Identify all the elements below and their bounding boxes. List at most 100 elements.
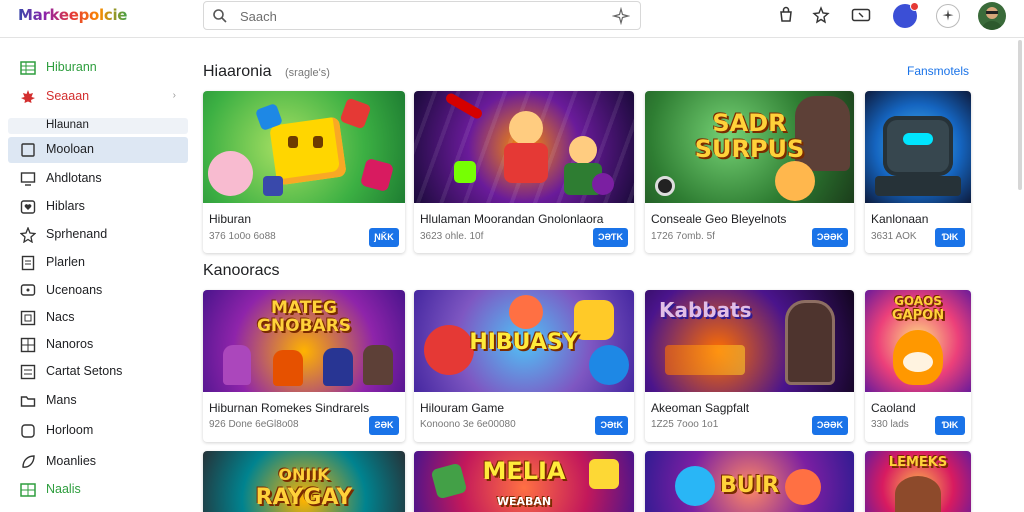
app-meta: 926 Done 6eGl8o08 (209, 419, 299, 430)
app-card[interactable]: Hiburan 376 1o0o 6o88 ƝǨK (203, 91, 405, 253)
app-card[interactable]: BUlR (645, 451, 854, 512)
user-avatar[interactable] (978, 2, 1006, 30)
section-title: Hiaaronia (203, 63, 272, 80)
app-card[interactable]: Hlulaman Moorandan Gnolonlaora 3623 ohle… (414, 91, 634, 253)
sparkle-icon[interactable] (612, 7, 630, 25)
thumbnail-title: SURPUS (694, 135, 805, 163)
sidebar-item-label: Sprhenand (46, 227, 108, 241)
sidebar-item-ahdlotans[interactable]: Ahdlotans (8, 166, 188, 192)
app-card[interactable]: GOAOS GAPON Caoland 330 lads ƊłK (865, 290, 971, 442)
sidebar-item-hiburann[interactable]: Hiburann (8, 55, 188, 81)
app-card[interactable]: SADR SURPUS Conseale Geo Bleyelnots 1726… (645, 91, 854, 253)
sidebar-item-sprhenand[interactable]: Sprhenand (8, 222, 188, 248)
grid-icon (20, 61, 36, 75)
sidebar-item-ucenoans[interactable]: Ucenoans (8, 278, 188, 304)
app-card[interactable]: Kanlonaan 3631 AOK ƊłK (865, 91, 971, 253)
see-more-link[interactable]: Fansmotels (907, 64, 969, 78)
app-card[interactable]: MATEG GNOBARS Hiburnan Romekes Sindrarel… (203, 290, 405, 442)
scrollbar[interactable] (1018, 40, 1022, 190)
get-button[interactable]: ƆƏtK (595, 416, 628, 435)
sidebar-item-plarlen[interactable]: Plarlen (8, 250, 188, 276)
section-subtitle: (sragle's) (285, 67, 330, 79)
play-icon (655, 176, 675, 196)
leaf-icon (22, 455, 35, 468)
sidebar-item-hiblars[interactable]: Hiblars (8, 194, 188, 220)
sidebar-item-label: Hiburann (46, 60, 97, 74)
list-icon (20, 364, 36, 380)
app-thumbnail: MATEG GNOBARS (203, 290, 405, 392)
chevron-right-icon: › (172, 90, 176, 101)
app-meta: Konoono 3e 6e00080 (420, 419, 516, 430)
sidebar-item-cartat-setons[interactable]: Cartat Setons (8, 359, 188, 385)
app-thumbnail (203, 91, 405, 203)
thumbnail-title: GNOBARS (256, 316, 352, 336)
sidebar-item-label: Nanoros (46, 337, 94, 351)
settings-button[interactable] (936, 4, 960, 28)
get-button[interactable]: ƆƏƏK (811, 416, 848, 435)
sidebar-item-nacs[interactable]: Nacs (8, 305, 188, 331)
app-title: Hiburan (209, 212, 252, 226)
get-button[interactable]: ƊłK (935, 228, 965, 247)
app-card[interactable]: LEMEKS (865, 451, 971, 512)
get-button[interactable]: ƆƏƏK (811, 228, 848, 247)
sidebar-item-label: Naalis (46, 482, 81, 496)
app-card[interactable]: HIBUASY Hilouram Game Konoono 3e 6e00080… (414, 290, 634, 442)
app-title: Akeoman Sagpfalt (651, 401, 750, 415)
get-button[interactable]: ƧƏK (369, 416, 399, 435)
app-logo[interactable]: Markeepolcie (18, 6, 127, 24)
sidebar-item-label: Cartat Setons (46, 364, 123, 378)
sidebar-item-moanlies[interactable]: Moanlies (8, 449, 188, 475)
sidebar-item-label: Horloom (46, 423, 94, 437)
grid-small-icon (20, 337, 36, 353)
heart-icon (20, 200, 36, 214)
app-card[interactable]: Kabbats Akeoman Sagpfalt 1Z25 7ooo 1o1 Ɔ… (645, 290, 854, 442)
notification-avatar[interactable] (893, 2, 919, 28)
app-thumbnail (865, 91, 971, 203)
star-icon[interactable] (812, 6, 830, 24)
sidebar-item-horloom[interactable]: Horloom (8, 418, 188, 444)
thumbnail-title: MELIA (482, 457, 566, 485)
grid-icon (20, 483, 36, 497)
thumbnail-title: ONIIK (278, 465, 330, 484)
app-thumbnail: SADR SURPUS (645, 91, 854, 203)
sidebar-item-label: Nacs (46, 310, 75, 324)
app-meta: 1726 7omb. 5f (651, 231, 715, 242)
search-bar[interactable]: Saach (203, 1, 641, 30)
chat-icon (20, 284, 36, 296)
app-thumbnail: MELIA WEABAN (414, 451, 634, 512)
sidebar-item-naalis[interactable]: Naalis (8, 477, 188, 503)
sidebar-item-mans[interactable]: Mans (8, 388, 188, 414)
app-thumbnail: GOAOS GAPON (865, 290, 971, 392)
ticket-icon[interactable] (851, 6, 871, 24)
sidebar-item-mooloan[interactable]: Mooloan (8, 137, 188, 163)
app-meta: 3631 AOK (871, 231, 917, 242)
sidebar-item-label: Ahdlotans (46, 171, 102, 185)
app-thumbnail: Kabbats (645, 290, 854, 392)
thumbnail-title: MATEG (271, 298, 337, 318)
app-thumbnail (414, 91, 634, 203)
folder-icon (20, 396, 36, 407)
app-card[interactable]: ONIIK RAYGAY (203, 451, 405, 512)
get-button[interactable]: ƊłK (935, 416, 965, 435)
sidebar-item-label: Seaaan (46, 89, 90, 103)
thumbnail-title: WEABAN (496, 495, 552, 508)
tag-icon (21, 424, 35, 438)
section-title: Kanooracs (203, 262, 280, 279)
bag-icon[interactable] (777, 6, 795, 24)
monitor-icon (20, 172, 36, 186)
sidebar-item-seaaan[interactable]: Seaaan › (8, 84, 188, 110)
app-title: Conseale Geo Bleyelnots (651, 212, 787, 226)
grid-small-icon (20, 310, 36, 326)
app-thumbnail: HIBUASY (414, 290, 634, 392)
get-button[interactable]: ƝǨK (369, 228, 399, 247)
sidebar-item-label: Mooloan (46, 142, 94, 156)
sidebar-item-nanoros[interactable]: Nanoros (8, 332, 188, 358)
app-title: Hiburnan Romekes Sindrarels (209, 401, 370, 415)
app-meta: 1Z25 7ooo 1o1 (651, 419, 719, 430)
app-card[interactable]: MELIA WEABAN (414, 451, 634, 512)
sidebar-item-hlaunan[interactable]: Hlaunan (8, 118, 188, 134)
sidebar-item-label: Plarlen (46, 255, 85, 269)
thumbnail-title: RAYGAY (255, 485, 353, 510)
get-button[interactable]: ƆƏƬK (592, 228, 628, 247)
sidebar-item-label: Moanlies (46, 454, 97, 468)
